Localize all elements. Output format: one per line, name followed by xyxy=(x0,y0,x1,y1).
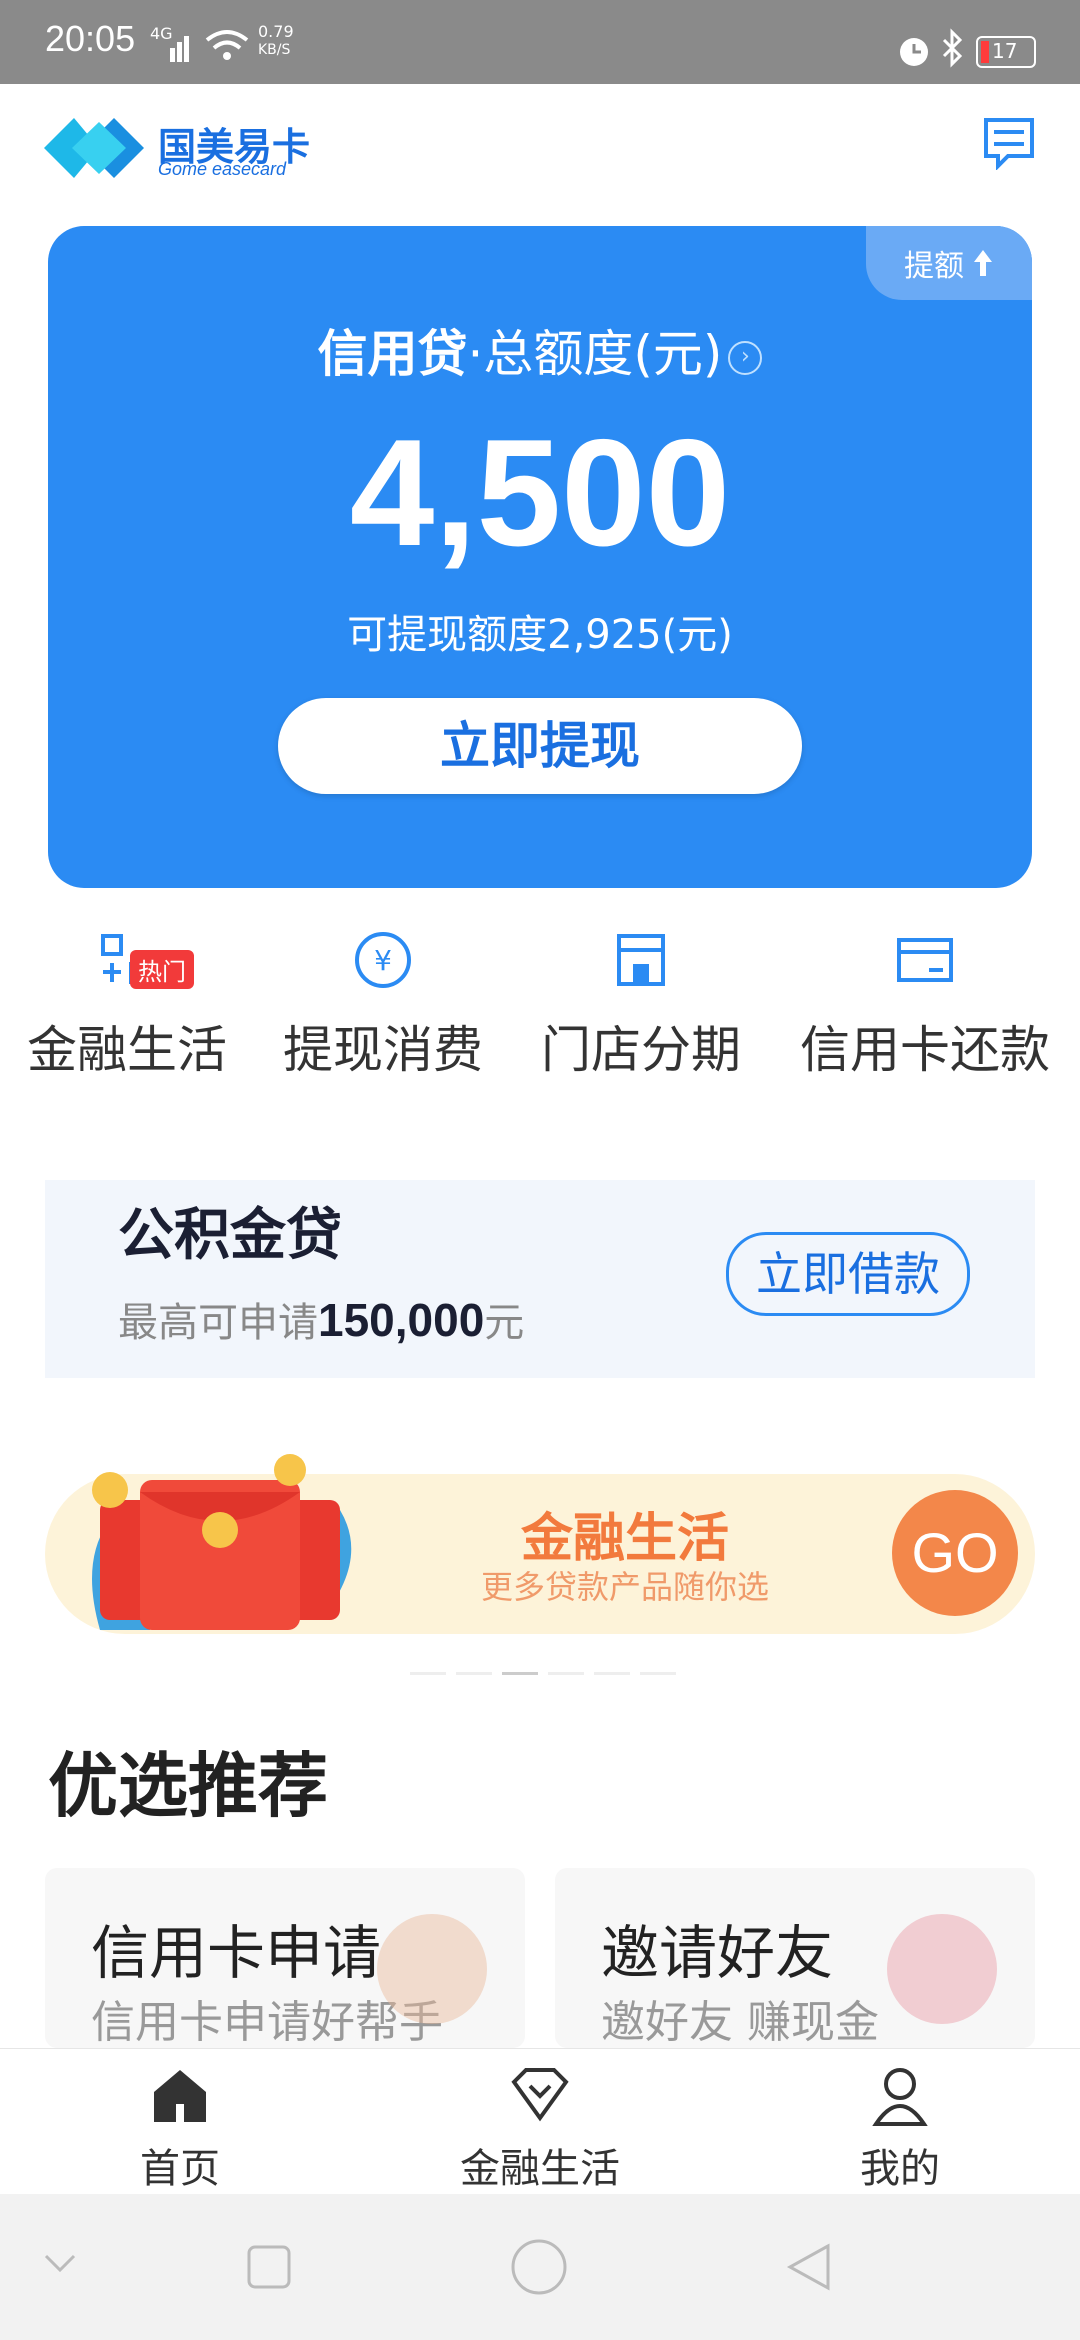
recommend-title: 优选推荐 xyxy=(48,1745,328,1827)
bluetooth-icon xyxy=(942,28,963,68)
card-apply-icon xyxy=(377,1914,487,2024)
credit-summary-card: 提额 信用贷·总额度(元) › 4,500 可提现额度2,925(元) 立即提现 xyxy=(48,226,1032,888)
loan-title: 公积金贷 xyxy=(118,1203,342,1268)
credit-title: 信用贷·总额度(元) › xyxy=(48,314,1032,386)
loan-sub-prefix: 最高可申请 xyxy=(118,1300,318,1346)
alarm-icon xyxy=(900,38,928,66)
gome-logo-icon xyxy=(44,118,144,178)
nav-label: 信用卡还款 xyxy=(800,1021,1050,1079)
wifi-icon xyxy=(205,30,249,60)
rec-card-title: 信用卡申请 xyxy=(91,1919,382,1987)
loan-sub-suffix: 元 xyxy=(484,1300,525,1346)
nav-withdraw-consume[interactable]: ¥ 提现消费 xyxy=(248,930,518,1110)
tab-label: 金融生活 xyxy=(460,2146,620,2192)
chevron-down-icon[interactable] xyxy=(40,2244,80,2284)
tab-label: 我的 xyxy=(860,2146,940,2192)
status-bar: 20:05 4G 0.79 KB/S 17 xyxy=(0,0,1080,84)
credit-card-apply-card[interactable]: 信用卡申请 信用卡申请好帮手 xyxy=(45,1868,525,2048)
message-icon[interactable] xyxy=(982,116,1036,170)
tab-finance-life[interactable]: 金融生活 xyxy=(420,2060,660,2192)
logo-subtext: Gome easecard xyxy=(158,159,287,179)
borrow-now-button[interactable]: 立即借款 xyxy=(726,1232,970,1316)
net-speed-unit: KB/S xyxy=(258,42,291,58)
raise-limit-badge[interactable]: 提额 xyxy=(866,226,1032,300)
raise-limit-label: 提额 xyxy=(904,249,964,284)
rec-card-subtitle: 邀好友 赚现金 xyxy=(601,1997,879,2048)
home-icon xyxy=(154,2070,206,2122)
loan-max-amount: 150,000 xyxy=(318,1294,485,1346)
tab-me[interactable]: 我的 xyxy=(780,2060,1020,2192)
available-amount: 可提现额度2,925(元) xyxy=(347,612,733,658)
tab-label: 首页 xyxy=(140,2146,220,2192)
nav-label: 提现消费 xyxy=(283,1021,483,1079)
home-circle-icon[interactable] xyxy=(510,2238,568,2296)
rec-card-title: 邀请好友 xyxy=(601,1919,834,1987)
nav-card-repayment[interactable]: 信用卡还款 xyxy=(790,930,1060,1110)
credit-title-bold: 信用贷 xyxy=(317,325,468,383)
go-button[interactable]: GO xyxy=(892,1490,1018,1616)
hot-badge: 热门 xyxy=(130,950,194,989)
battery-level: 17 xyxy=(992,39,1018,63)
back-icon[interactable] xyxy=(784,2242,834,2292)
loan-subtitle: 最高可申请150,000元 xyxy=(118,1290,524,1348)
svg-text:¥: ¥ xyxy=(374,944,392,977)
withdraw-button[interactable]: 立即提现 xyxy=(278,698,802,794)
net-speed: 0.79 xyxy=(258,22,294,41)
nav-label: 门店分期 xyxy=(541,1021,741,1079)
battery-icon: 17 xyxy=(976,36,1036,68)
diamond-icon xyxy=(511,2068,569,2122)
recents-icon[interactable] xyxy=(246,2244,292,2290)
system-nav-bar xyxy=(0,2194,1080,2340)
nav-store-installment[interactable]: 门店分期 xyxy=(506,930,776,1110)
store-icon xyxy=(617,934,665,986)
invite-icon xyxy=(887,1914,997,2024)
tab-home[interactable]: 首页 xyxy=(60,2060,300,2192)
nav-label: 金融生活 xyxy=(27,1021,227,1079)
signal-icon xyxy=(170,36,189,62)
status-time: 20:05 xyxy=(45,18,136,59)
total-amount: 4,500 xyxy=(349,408,731,578)
arrow-up-icon xyxy=(974,250,992,276)
invite-friends-card[interactable]: 邀请好友 邀好友 赚现金 xyxy=(555,1868,1035,2048)
card-icon xyxy=(897,938,953,982)
yuan-icon: ¥ xyxy=(355,932,411,988)
user-icon xyxy=(872,2068,928,2126)
chevron-right-icon[interactable]: › xyxy=(728,340,763,375)
carousel-indicator xyxy=(410,1660,686,1679)
credit-title-rest: ·总额度(元) xyxy=(467,325,723,383)
